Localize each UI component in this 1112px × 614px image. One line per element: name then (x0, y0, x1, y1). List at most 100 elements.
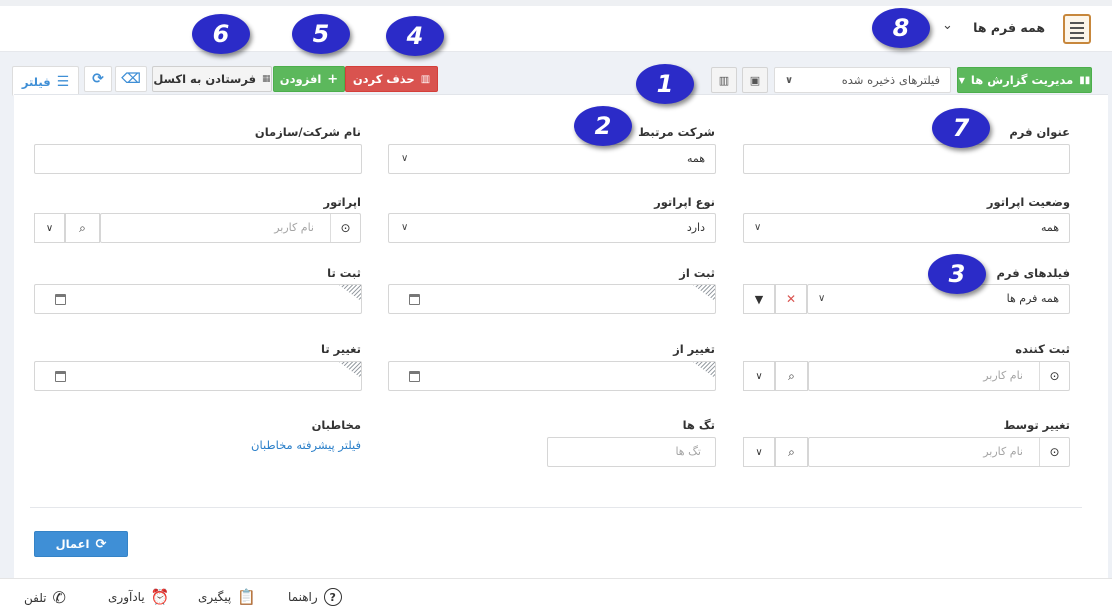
annotation-badge: 2 (574, 106, 632, 146)
sliders-icon: ☰ (56, 73, 70, 90)
chart-icon: ▮▮ (1079, 74, 1091, 86)
delete-filter-button[interactable]: ▥ (711, 67, 737, 93)
search-icon: ⌕ (788, 444, 795, 459)
chevron-down-icon: ∨ (401, 222, 409, 233)
phone-button[interactable]: تلفن ✆ (24, 588, 66, 607)
chevron-down-icon: ∨ (755, 370, 763, 382)
contacts-label: مخاطبان (311, 418, 361, 432)
created-from-date[interactable] (388, 284, 716, 314)
related-company-label: شرکت مرتبط (638, 125, 715, 139)
changed-to-label: تغییر تا (321, 342, 361, 356)
operator-dropdown-button[interactable]: ∨ (34, 213, 65, 243)
apply-button[interactable]: اعمال ⟳ (34, 531, 128, 557)
phone-icon: ✆ (52, 588, 66, 607)
operator-search-button[interactable]: ⌕ (65, 213, 100, 243)
chevron-down-icon: ∨ (754, 222, 762, 233)
followup-button[interactable]: پیگیری 📋 (198, 588, 256, 606)
annotation-badge: 1 (636, 64, 694, 104)
filter-tab[interactable]: فیلتر ☰ (12, 66, 79, 96)
save-icon: ▣ (749, 73, 761, 87)
operator-input[interactable]: نام کاربر ⊙ (100, 213, 361, 243)
alarm-clock-icon: ⏰ (150, 588, 170, 606)
advanced-contacts-filter-link[interactable]: فیلتر پیشرفته مخاطبان (251, 438, 361, 452)
chevron-down-icon: ∨ (818, 293, 826, 304)
filter-fields-button[interactable]: ▼ (743, 284, 775, 314)
changed-by-dropdown-button[interactable]: ∨ (743, 437, 775, 467)
excel-icon: ▦ (262, 74, 271, 84)
target-icon: ⊙ (1039, 438, 1069, 466)
reminder-button[interactable]: یادآوری ⏰ (108, 588, 169, 606)
chevron-down-icon: ∨ (45, 222, 54, 234)
annotation-badge: 3 (928, 254, 986, 294)
created-to-label: ثبت تا (327, 266, 361, 280)
calendar-icon (409, 371, 420, 382)
chevron-down-icon: ∨ (401, 153, 409, 164)
form-list-icon (1063, 14, 1091, 44)
operator-type-select[interactable]: ∨ دارد (388, 213, 716, 243)
chevron-down-icon[interactable]: ⌄ (942, 18, 953, 33)
company-name-label: نام شرکت/سازمان (254, 125, 361, 139)
target-icon: ⊙ (1039, 362, 1069, 390)
page-title[interactable]: همه فرم ها (940, 20, 1045, 35)
tags-label: تگ ها (682, 418, 715, 432)
form-title-label: عنوان فرم (1009, 125, 1070, 139)
annotation-badge: 4 (386, 16, 444, 56)
creator-search-button[interactable]: ⌕ (775, 361, 808, 391)
calendar-icon (409, 294, 420, 305)
date-corner-handle (339, 362, 361, 378)
report-manage-button[interactable]: ▼ مدیریت گزارش ها ▮▮ (957, 67, 1092, 93)
add-button[interactable]: افزودن + (273, 66, 345, 92)
operator-label: اپراتور (323, 195, 361, 209)
bottom-bar: راهنما ? پیگیری 📋 یادآوری ⏰ تلفن ✆ (0, 578, 1112, 614)
export-excel-button[interactable]: فرستادن به اکسل ▦ (152, 66, 272, 92)
chevron-down-icon: ∨ (755, 446, 763, 458)
spinner-icon: ⟳ (95, 536, 107, 552)
trash-icon: ▥ (420, 73, 431, 85)
delete-button[interactable]: حذف کردن ▥ (345, 66, 438, 92)
operator-status-select[interactable]: ∨ همه (743, 213, 1070, 243)
changed-from-label: تغییر از (673, 342, 715, 356)
saved-filters-select[interactable]: ∨ فیلترهای ذخیره شده (774, 67, 951, 93)
calendar-icon (55, 371, 66, 382)
operator-type-label: نوع اپراتور (654, 195, 715, 209)
annotation-badge: 8 (872, 8, 930, 48)
tags-input[interactable]: تگ ها (547, 437, 716, 467)
changed-by-search-button[interactable]: ⌕ (775, 437, 808, 467)
plus-icon: + (327, 71, 339, 87)
chevron-down-icon: ∨ (785, 74, 794, 86)
search-icon: ⌕ (79, 220, 86, 235)
clear-filter-button[interactable]: ⌫ (115, 66, 147, 92)
annotation-badge: 6 (192, 14, 250, 54)
trash-icon: ▥ (718, 73, 730, 87)
related-company-select[interactable]: ∨ همه (388, 144, 716, 174)
refresh-button[interactable]: ⟳ (84, 66, 112, 92)
annotation-badge: 7 (932, 108, 990, 148)
refresh-icon: ⟳ (92, 71, 104, 87)
clipboard-icon: 📋 (237, 588, 256, 606)
date-corner-handle (693, 285, 715, 301)
created-from-label: ثبت از (679, 266, 715, 280)
close-icon: ✕ (785, 292, 797, 306)
changed-from-date[interactable] (388, 361, 716, 391)
changed-to-date[interactable] (34, 361, 362, 391)
changed-by-input[interactable]: نام کاربر ⊙ (808, 437, 1070, 467)
changed-by-label: تغییر توسط (1003, 418, 1070, 432)
date-corner-handle (693, 362, 715, 378)
divider (30, 507, 1082, 508)
creator-dropdown-button[interactable]: ∨ (743, 361, 775, 391)
created-to-date[interactable] (34, 284, 362, 314)
creator-input[interactable]: نام کاربر ⊙ (808, 361, 1070, 391)
form-title-input[interactable] (743, 144, 1070, 174)
search-icon: ⌕ (788, 368, 795, 383)
clear-fields-button[interactable]: ✕ (775, 284, 807, 314)
company-name-input[interactable] (34, 144, 362, 174)
target-icon: ⊙ (330, 214, 360, 242)
annotation-badge: 5 (292, 14, 350, 54)
funnel-icon: ▼ (754, 292, 764, 306)
operator-status-label: وضعیت اپراتور (986, 195, 1070, 209)
help-icon: ? (323, 588, 342, 606)
calendar-icon (55, 294, 66, 305)
creator-label: ثبت کننده (1015, 342, 1070, 356)
save-filter-button[interactable]: ▣ (742, 67, 768, 93)
guide-button[interactable]: راهنما ? (288, 588, 342, 606)
